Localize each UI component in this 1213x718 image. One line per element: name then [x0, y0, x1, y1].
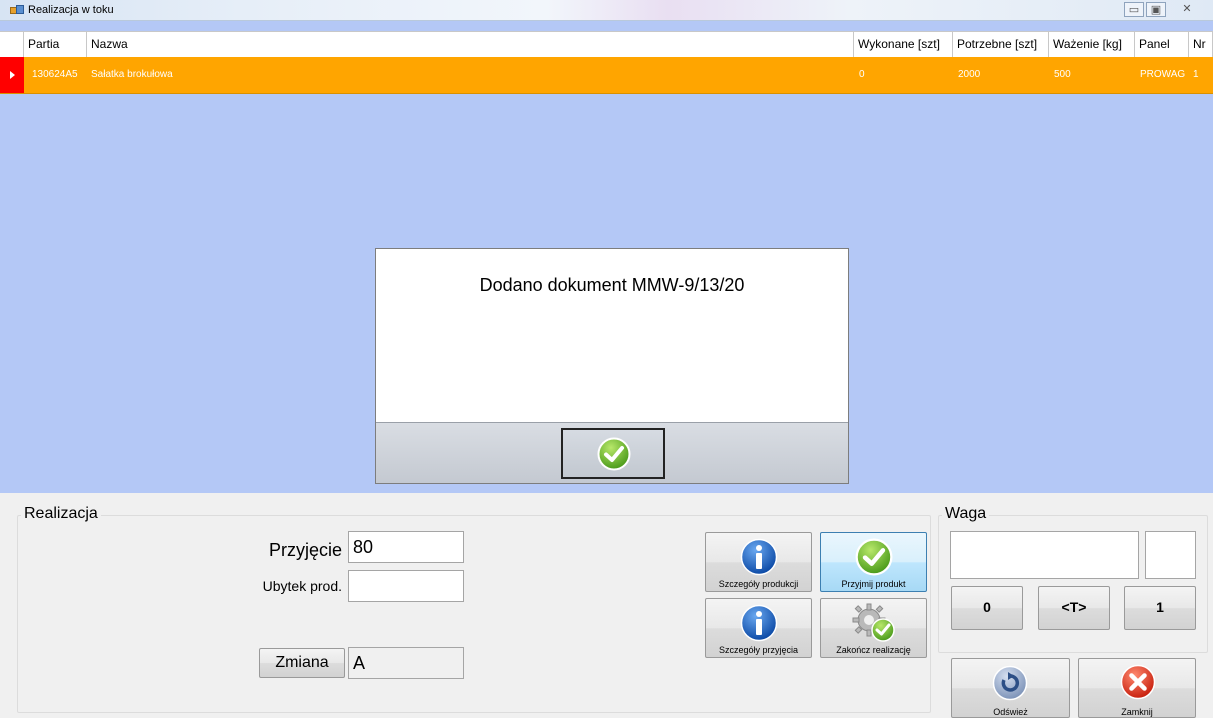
przyjecie-input[interactable]: 80 — [348, 531, 464, 563]
check-icon — [855, 538, 893, 576]
message-dialog: Dodano dokument MMW-9/13/20 — [375, 248, 849, 484]
window-title: Realizacja w toku — [28, 4, 114, 16]
app-icon — [10, 5, 24, 16]
szczegoly-produkcji-button[interactable]: Szczegóły produkcji — [705, 532, 812, 592]
table-row[interactable]: 130624A5 Sałatka brokułowa 0 2000 500 PR… — [0, 57, 1213, 94]
column-header-nazwa[interactable]: Nazwa — [87, 32, 854, 57]
row-selector-icon — [0, 57, 24, 93]
odswiez-label: Odśwież — [993, 707, 1028, 717]
przyjmij-produkt-button[interactable]: Przyjmij produkt — [820, 532, 927, 592]
zmiana-field: A — [348, 647, 464, 679]
info-icon — [740, 538, 778, 576]
cell-nr[interactable]: 1 — [1189, 57, 1213, 93]
gear-check-icon — [852, 603, 895, 642]
przyjmij-produkt-label: Przyjmij produkt — [841, 579, 906, 589]
scale-zero-button[interactable]: 0 — [951, 586, 1023, 630]
column-header-wazenie[interactable]: Ważenie [kg] — [1049, 32, 1135, 57]
cell-wazenie[interactable]: 500 — [1050, 57, 1135, 93]
column-header-panel[interactable]: Panel — [1135, 32, 1189, 57]
cell-nazwa[interactable]: Sałatka brokułowa — [87, 57, 854, 93]
refresh-icon — [992, 665, 1028, 701]
scale-one-button[interactable]: 1 — [1124, 586, 1196, 630]
zamknij-label: Zamknij — [1121, 707, 1153, 717]
row-header-corner — [0, 32, 24, 57]
column-header-nr[interactable]: Nr — [1189, 32, 1213, 57]
scale-tare-button[interactable]: <T> — [1038, 586, 1110, 630]
szczegoly-przyjecia-button[interactable]: Szczegóły przyjęcia — [705, 598, 812, 658]
maximize-button[interactable]: ▣ — [1146, 2, 1166, 17]
cell-wykonane[interactable]: 0 — [855, 57, 953, 93]
szczegoly-produkcji-label: Szczegóły produkcji — [718, 579, 799, 589]
zakoncz-realizacje-label: Zakończ realizację — [836, 645, 911, 655]
weight-display — [950, 531, 1139, 579]
waga-title: Waga — [942, 505, 990, 523]
cell-potrzebne[interactable]: 2000 — [954, 57, 1049, 93]
info-icon — [740, 604, 778, 642]
check-icon — [597, 437, 631, 471]
dialog-message: Dodano dokument MMW-9/13/20 — [479, 275, 745, 295]
column-header-potrzebne[interactable]: Potrzebne [szt] — [953, 32, 1049, 57]
zakoncz-realizacje-button[interactable]: Zakończ realizację — [820, 598, 927, 658]
ubytek-label: Ubytek prod. — [262, 578, 342, 594]
close-window-button[interactable]: ✕ — [1177, 2, 1197, 17]
dialog-ok-button[interactable] — [561, 428, 665, 479]
szczegoly-przyjecia-label: Szczegóły przyjęcia — [718, 645, 799, 655]
close-icon — [1120, 664, 1156, 700]
zamknij-button[interactable]: Zamknij — [1078, 658, 1196, 718]
odswiez-button[interactable]: Odśwież — [951, 658, 1070, 718]
cell-partia[interactable]: 130624A5 — [28, 57, 87, 93]
weight-unit-display — [1145, 531, 1196, 579]
cell-panel[interactable]: PROWAG — [1136, 57, 1189, 93]
realizacja-title: Realizacja — [21, 505, 101, 523]
ubytek-input[interactable] — [348, 570, 464, 602]
column-header-partia[interactable]: Partia — [24, 32, 87, 57]
dialog-footer — [376, 422, 848, 483]
zmiana-button[interactable]: Zmiana — [259, 648, 345, 678]
title-bar: Realizacja w toku ▭ ▣ ✕ — [0, 0, 1213, 21]
minimize-button[interactable]: ▭ — [1124, 2, 1144, 17]
column-header-wykonane[interactable]: Wykonane [szt] — [854, 32, 953, 57]
grid-header: Partia Nazwa Wykonane [szt] Potrzebne [s… — [0, 31, 1213, 57]
przyjecie-label: Przyjęcie — [268, 540, 342, 560]
